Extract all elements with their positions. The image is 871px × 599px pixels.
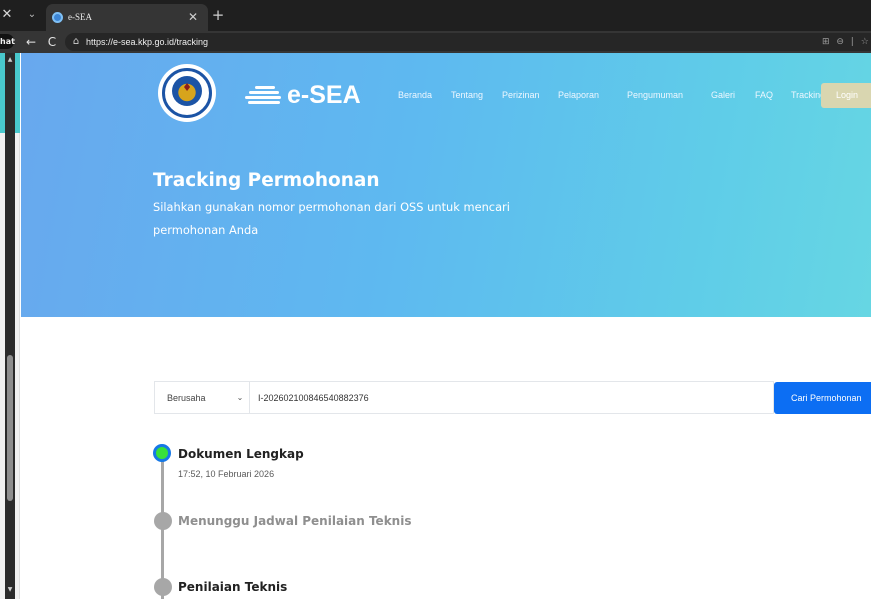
back-arrow-icon[interactable]: ← [23,33,39,51]
nav-pengumuman[interactable]: Pengumuman [627,87,683,103]
side-scrollbar[interactable]: ▲ ▼ [5,53,15,599]
timeline-step-time: 17:52, 10 Februari 2026 [178,469,275,479]
browser-tab-bar: ✕ ⌄ e-SEA ✕ + [0,0,871,31]
site-info-icon[interactable]: ⌂ [70,35,82,49]
side-tab-badge[interactable]: hat [0,34,15,49]
nav-galeri[interactable]: Galeri [711,87,735,103]
search-application-label: Cari Permohonan [791,393,862,403]
nav-beranda[interactable]: Beranda [398,87,432,103]
nav-faq[interactable]: FAQ [755,87,773,103]
page-subtitle: Silahkan gunakan nomor permohonan dari O… [153,200,510,237]
nav-perizinan[interactable]: Perizinan [502,87,540,103]
scroll-thumb[interactable] [7,355,13,501]
hero-banner: ♦ e-SEA Beranda Tentang Perizinan Pelapo… [21,53,871,317]
wave-lines-icon [245,86,283,108]
esea-favicon-icon [52,12,63,23]
timeline-dot-pending [154,512,172,530]
application-number-input[interactable]: I-202602100846540882376 [249,381,774,414]
search-application-button[interactable]: Cari Permohonan [774,382,871,414]
close-window-icon[interactable]: ✕ [0,5,14,25]
login-label: Login [836,90,859,100]
toolbar-icons[interactable]: ⊞ ⊖ | ☆ [822,35,871,49]
new-tab-icon[interactable]: + [210,5,226,25]
scroll-up-icon[interactable]: ▲ [5,55,15,65]
garuda-icon: ♦ [182,81,192,94]
nav-tentang[interactable]: Tentang [451,87,483,103]
application-number-value: I-202602100846540882376 [258,393,369,403]
timeline-step-title: Dokumen Lengkap [178,447,304,461]
timeline-dot-pending [154,578,172,596]
chevron-down-icon: ⌄ [236,393,244,402]
login-button[interactable]: Login [821,83,871,108]
timeline-dot-done [153,444,171,462]
application-type-value: Berusaha [167,393,206,403]
timeline-step-title: Penilaian Teknis [178,580,288,594]
reload-icon[interactable]: C [44,33,60,51]
web-page: ♦ e-SEA Beranda Tentang Perizinan Pelapo… [21,53,871,599]
tab-title: e-SEA [68,12,92,22]
brand-name: e-SEA [287,81,361,109]
kkp-seal-logo[interactable]: ♦ [158,64,216,122]
timeline-step-title: Menunggu Jadwal Penilaian Teknis [178,514,412,528]
application-type-select[interactable]: Berusaha ⌄ [154,381,249,414]
close-tab-icon[interactable]: ✕ [186,9,200,25]
url-omnibox[interactable]: ⌂ https://e-sea.kkp.go.id/tracking ⊞ ⊖ |… [65,33,871,51]
scroll-down-icon[interactable]: ▼ [5,585,15,595]
nav-pelaporan[interactable]: Pelaporan [558,87,599,103]
side-panel: ▲ ▼ [0,53,20,599]
browser-address-bar: hat ← C ⌂ https://e-sea.kkp.go.id/tracki… [0,31,871,53]
tab-esea[interactable]: e-SEA ✕ [46,4,208,31]
tab-list-icon[interactable]: ⌄ [26,6,38,24]
page-title: Tracking Permohonan [153,170,380,191]
url-text[interactable]: https://e-sea.kkp.go.id/tracking [86,35,208,49]
